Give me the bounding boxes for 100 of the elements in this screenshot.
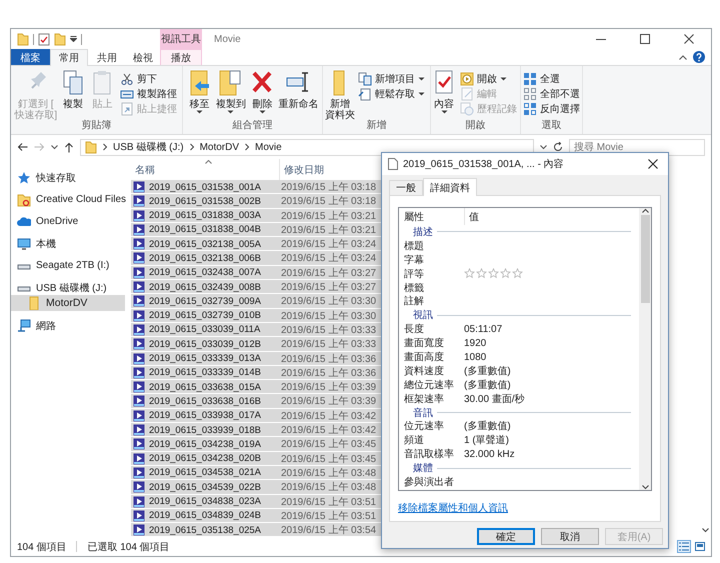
file-row[interactable]: 2019_0615_031538_001A 2019/6/15 上午 03:18 — [131, 180, 381, 194]
nav-item[interactable]: Seagate 2TB (I:) — [11, 258, 125, 273]
video-file-icon — [133, 266, 145, 279]
file-row[interactable]: 2019_0615_034238_020B 2019/6/15 上午 03:45 — [131, 452, 381, 466]
modified-date: 2019/6/15 上午 03:21 — [281, 210, 377, 223]
file-row[interactable]: 2019_0615_032739_009A 2019/6/15 上午 03:30 — [131, 294, 381, 309]
details-view-button[interactable] — [677, 540, 691, 553]
file-row[interactable]: 2019_0615_032438_007A 2019/6/15 上午 03:27 — [131, 266, 381, 280]
modified-date: 2019/6/15 上午 03:36 — [281, 366, 377, 380]
column-header[interactable]: 屬性 — [404, 208, 464, 225]
ribbon-button[interactable]: 新增項目 — [356, 71, 427, 86]
ribbon-button[interactable]: 重新命名 — [278, 68, 319, 110]
ribbon-button[interactable]: 複製到 — [215, 68, 247, 114]
ribbon-button[interactable]: 全選 — [521, 71, 582, 86]
file-name: 2019_0615_032439_008B — [148, 282, 262, 293]
breadcrumb[interactable]: Movie — [255, 142, 282, 152]
file-row[interactable]: 2019_0615_033039_012B 2019/6/15 上午 03:33 — [131, 337, 381, 352]
file-name: 2019_0615_031538_001A — [148, 182, 262, 192]
ribbon-button[interactable]: 移至 — [186, 68, 214, 114]
file-name: 2019_0615_034539_022B — [148, 482, 262, 493]
nav-item[interactable]: MotorDV — [11, 295, 125, 311]
property-name: 音訊取樣率 — [404, 448, 455, 462]
nav-item[interactable]: 網路 — [11, 318, 125, 333]
ribbon-tab[interactable]: 播放 — [160, 49, 202, 65]
file-row[interactable]: 2019_0615_034538_021A 2019/6/15 上午 03:48 — [131, 466, 381, 480]
modified-date: 2019/6/15 上午 03:45 — [281, 438, 377, 452]
file-row[interactable]: 2019_0615_031838_003A 2019/6/15 上午 03:21 — [131, 208, 381, 223]
ribbon-tab[interactable]: 共用 — [88, 49, 126, 65]
collapse-ribbon-icon — [679, 54, 687, 60]
video-file-icon — [133, 224, 145, 236]
file-row[interactable]: 2019_0615_034838_023A 2019/6/15 上午 03:51 — [131, 494, 381, 509]
file-row[interactable]: 2019_0615_033938_017A 2019/6/15 上午 03:42 — [131, 408, 381, 424]
ribbon-button[interactable]: 新增 資料夾 — [326, 68, 354, 121]
dialog-button[interactable]: 確定 — [477, 528, 535, 545]
pages-icon — [358, 72, 372, 86]
modified-date: 2019/6/15 上午 03:42 — [281, 424, 377, 438]
file-row[interactable]: 2019_0615_035138_025A 2019/6/15 上午 03:54 — [131, 523, 381, 538]
ribbon-button[interactable]: 複製 — [60, 68, 87, 110]
dialog-tab[interactable]: 詳細資料 — [423, 178, 477, 196]
file-row[interactable]: 2019_0615_034539_022B 2019/6/15 上午 03:48 — [131, 480, 381, 495]
ribbon-button[interactable]: 全部不選 — [521, 86, 582, 101]
ribbon-tab[interactable]: 檢視 — [126, 49, 160, 65]
refresh-button[interactable] — [553, 142, 563, 152]
file-row[interactable]: 2019_0615_032138_005A 2019/6/15 上午 03:24 — [131, 237, 381, 252]
file-row[interactable]: 2019_0615_032439_008B 2019/6/15 上午 03:27 — [131, 280, 381, 294]
ribbon-tab[interactable]: 檔案 — [11, 49, 50, 65]
file-row[interactable]: 2019_0615_032138_006B 2019/6/15 上午 03:24 — [131, 251, 381, 266]
file-name: 2019_0615_031838_003A — [148, 210, 262, 222]
file-row[interactable]: 2019_0615_033339_014B 2019/6/15 上午 03:36 — [131, 366, 381, 380]
property-name: 長度 — [404, 322, 425, 336]
ribbon-button[interactable]: 輕鬆存取 — [356, 86, 427, 101]
ribbon-tab[interactable]: 常用 — [50, 49, 88, 66]
ribbon-button[interactable]: 剪下 — [118, 71, 179, 86]
ribbon-button[interactable]: 反向選擇 — [521, 101, 582, 116]
file-row[interactable]: 2019_0615_032739_010B 2019/6/15 上午 03:30 — [131, 308, 381, 323]
file-name: 2019_0615_033039_012B — [148, 338, 262, 350]
ribbon-button[interactable]: 內容 — [432, 68, 456, 114]
file-row[interactable]: 2019_0615_031838_004B 2019/6/15 上午 03:21 — [131, 222, 381, 238]
large-icons-view-button[interactable] — [693, 540, 707, 553]
up-button[interactable] — [64, 142, 74, 152]
ribbon-button[interactable]: 開啟 — [458, 71, 519, 86]
property-name: 參與演出者 — [404, 476, 455, 490]
breadcrumb[interactable]: USB 磁碟機 (J:) — [113, 140, 184, 154]
details-view-icon — [679, 542, 689, 551]
chevron-down-icon — [540, 144, 547, 150]
file-row[interactable]: 2019_0615_033039_011A 2019/6/15 上午 03:33 — [131, 322, 381, 338]
recent-locations-button[interactable] — [51, 144, 58, 150]
ribbon-button[interactable]: 刪除 — [248, 68, 276, 114]
outline-grid-icon — [523, 86, 537, 100]
file-row[interactable]: 2019_0615_034238_019A 2019/6/15 上午 03:45 — [131, 437, 381, 452]
nav-item[interactable]: OneDrive — [11, 214, 125, 229]
video-file-icon — [133, 338, 145, 350]
scrollbar-thumb[interactable] — [640, 215, 650, 303]
file-row[interactable]: 2019_0615_033939_018B 2019/6/15 上午 03:42 — [131, 423, 381, 438]
nav-item[interactable]: Creative Cloud Files — [11, 192, 125, 207]
group-heading: 音訊 — [413, 406, 433, 420]
file-row[interactable]: 2019_0615_033638_015A 2019/6/15 上午 03:39 — [131, 380, 381, 394]
item-count: 104 個項目 — [17, 540, 66, 554]
video-file-icon — [133, 238, 145, 250]
dialog-tab[interactable]: 一般 — [389, 180, 423, 195]
remove-properties-link[interactable]: 移除檔案屬性和個人資訊 — [398, 501, 508, 515]
modified-date: 2019/6/15 上午 03:42 — [281, 410, 377, 423]
chevron-icon — [102, 143, 108, 151]
property-value: 32.000 kHz — [464, 448, 516, 460]
file-row[interactable]: 2019_0615_033638_016B 2019/6/15 上午 03:39 — [131, 394, 381, 409]
column-header[interactable]: 名稱 — [131, 159, 279, 180]
nav-item[interactable]: USB 磁碟機 (J:) — [11, 280, 125, 295]
file-row[interactable]: 2019_0615_033339_013A 2019/6/15 上午 03:36 — [131, 352, 381, 366]
scroll-up-icon — [642, 208, 648, 213]
file-row[interactable]: 2019_0615_031538_002B 2019/6/15 上午 03:18 — [131, 194, 381, 209]
back-button[interactable] — [17, 142, 28, 152]
breadcrumb[interactable]: MotorDV — [200, 142, 240, 152]
file-name: 2019_0615_034538_021A — [148, 467, 262, 478]
file-name: 2019_0615_034838_023A — [148, 496, 262, 508]
file-row[interactable]: 2019_0615_034839_024B 2019/6/15 上午 03:51 — [131, 508, 381, 524]
ribbon-button[interactable]: 複製路徑 — [118, 86, 179, 101]
modified-date: 2019/6/15 上午 03:51 — [281, 496, 377, 509]
nav-item[interactable]: 本機 — [11, 236, 125, 251]
dialog-button[interactable]: 取消 — [541, 528, 599, 545]
nav-item[interactable]: 快速存取 — [11, 170, 125, 185]
